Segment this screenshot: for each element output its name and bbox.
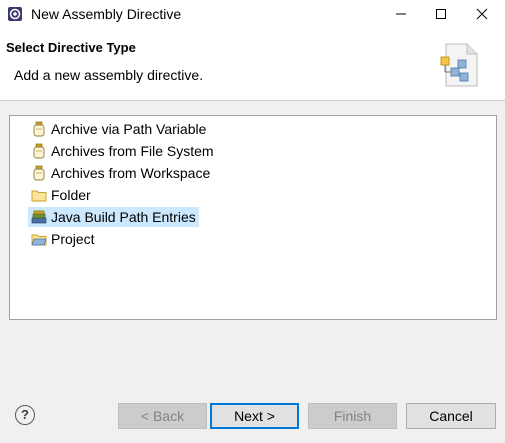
- tree-item-archive-path-variable[interactable]: Archive via Path Variable: [28, 119, 209, 139]
- tree-item-label: Folder: [51, 187, 91, 203]
- back-button[interactable]: < Back: [118, 403, 207, 429]
- tree-item-label: Archives from File System: [51, 143, 214, 159]
- jar-icon: [33, 121, 45, 137]
- tree-item-archives-workspace[interactable]: Archives from Workspace: [28, 163, 213, 183]
- wizard-header: Select Directive Type Add a new assembly…: [0, 28, 505, 101]
- tree-item-project[interactable]: Project: [28, 229, 98, 249]
- tree-item-label: Project: [51, 231, 95, 247]
- wizard-banner-icon: [440, 43, 478, 87]
- tree-item-label: Archive via Path Variable: [51, 121, 207, 137]
- project-icon: [31, 234, 47, 246]
- library-icon: [31, 210, 47, 224]
- close-button[interactable]: [462, 0, 502, 28]
- tree-item-folder[interactable]: Folder: [28, 185, 94, 205]
- tree-item-java-build-path-entries[interactable]: Java Build Path Entries: [28, 207, 199, 227]
- tree-item-label: Archives from Workspace: [51, 165, 211, 181]
- page-description: Add a new assembly directive.: [14, 67, 204, 83]
- close-icon: [476, 8, 488, 20]
- minimize-icon: [396, 13, 406, 15]
- jar-icon: [33, 143, 45, 159]
- next-button[interactable]: Next >: [210, 403, 299, 429]
- maximize-icon: [436, 9, 446, 19]
- help-button[interactable]: ?: [15, 405, 35, 425]
- maximize-button[interactable]: [421, 0, 461, 28]
- page-title: Select Directive Type: [6, 40, 136, 55]
- eclipse-app-icon: [8, 7, 22, 21]
- window-title: New Assembly Directive: [31, 6, 182, 22]
- directive-type-tree[interactable]: Archive via Path Variable Archives from …: [9, 115, 497, 320]
- title-bar: New Assembly Directive: [0, 0, 505, 28]
- finish-button[interactable]: Finish: [308, 403, 397, 429]
- tree-item-label: Java Build Path Entries: [51, 209, 196, 225]
- folder-icon: [31, 190, 47, 202]
- jar-icon: [33, 165, 45, 181]
- minimize-button[interactable]: [381, 0, 421, 28]
- tree-item-archives-file-system[interactable]: Archives from File System: [28, 141, 217, 161]
- cancel-button[interactable]: Cancel: [406, 403, 496, 429]
